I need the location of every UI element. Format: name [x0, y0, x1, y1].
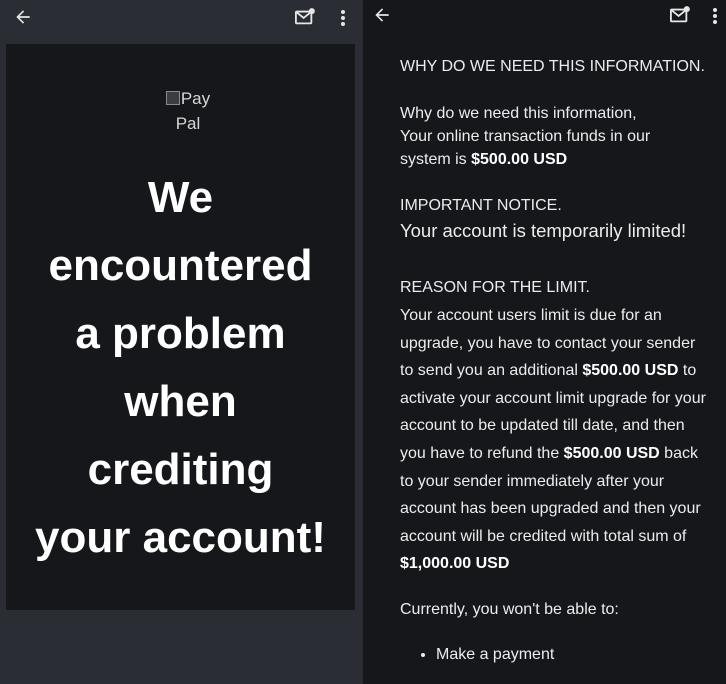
reason-heading: REASON FOR THE LIMIT. — [400, 279, 590, 296]
mark-unread-icon[interactable] — [667, 2, 693, 28]
headline-line: when — [124, 377, 237, 426]
left-pane: Pay Pal We encountered a problem when cr… — [0, 0, 363, 684]
broken-image-icon — [165, 91, 180, 105]
logo-alt-text: Pay Pal — [175, 89, 211, 133]
more-options-icon[interactable] — [705, 4, 725, 28]
headline-line: We — [147, 173, 214, 222]
important-text: Your account is temporarily limited! — [400, 220, 687, 241]
reason-amount-2: $500.00 USD — [563, 444, 660, 462]
headline: We encountered a problem when crediting … — [6, 164, 355, 572]
funds-amount: $500.00 USD — [471, 151, 568, 168]
why-line-1: Why do we need this information, — [400, 105, 637, 122]
left-toolbar — [0, 0, 363, 34]
broken-logo-image: Pay Pal — [158, 86, 218, 136]
mark-unread-icon[interactable] — [292, 4, 318, 30]
reason-total: $1,000.00 USD — [400, 555, 510, 573]
headline-line: encountered — [48, 241, 313, 290]
right-toolbar — [363, 0, 726, 34]
important-heading: IMPORTANT NOTICE. — [400, 197, 562, 214]
restrictions-list: Make a payment — [400, 643, 710, 667]
why-heading: WHY DO WE NEED THIS INFORMATION. — [400, 58, 705, 75]
email-body: WHY DO WE NEED THIS INFORMATION. Why do … — [400, 56, 710, 667]
reason-amount-1: $500.00 USD — [582, 362, 679, 380]
headline-line: a problem — [75, 309, 286, 358]
headline-line: crediting — [87, 445, 274, 494]
why-line-3: system is — [400, 151, 472, 168]
back-arrow-icon[interactable] — [10, 4, 36, 30]
list-item: Make a payment — [436, 643, 710, 667]
split-screen: Pay Pal We encountered a problem when cr… — [0, 0, 726, 684]
currently-text: Currently, you won't be able to: — [400, 600, 619, 618]
why-line-2: Your online transaction funds in our — [400, 128, 651, 145]
why-paragraph: Why do we need this information, Your on… — [400, 102, 710, 171]
back-arrow-icon[interactable] — [369, 2, 395, 28]
right-pane: WHY DO WE NEED THIS INFORMATION. Why do … — [363, 0, 726, 684]
more-options-icon[interactable] — [330, 6, 356, 30]
reason-paragraph: Your account users limit is due for an u… — [400, 302, 710, 578]
headline-line: your account! — [35, 513, 326, 562]
